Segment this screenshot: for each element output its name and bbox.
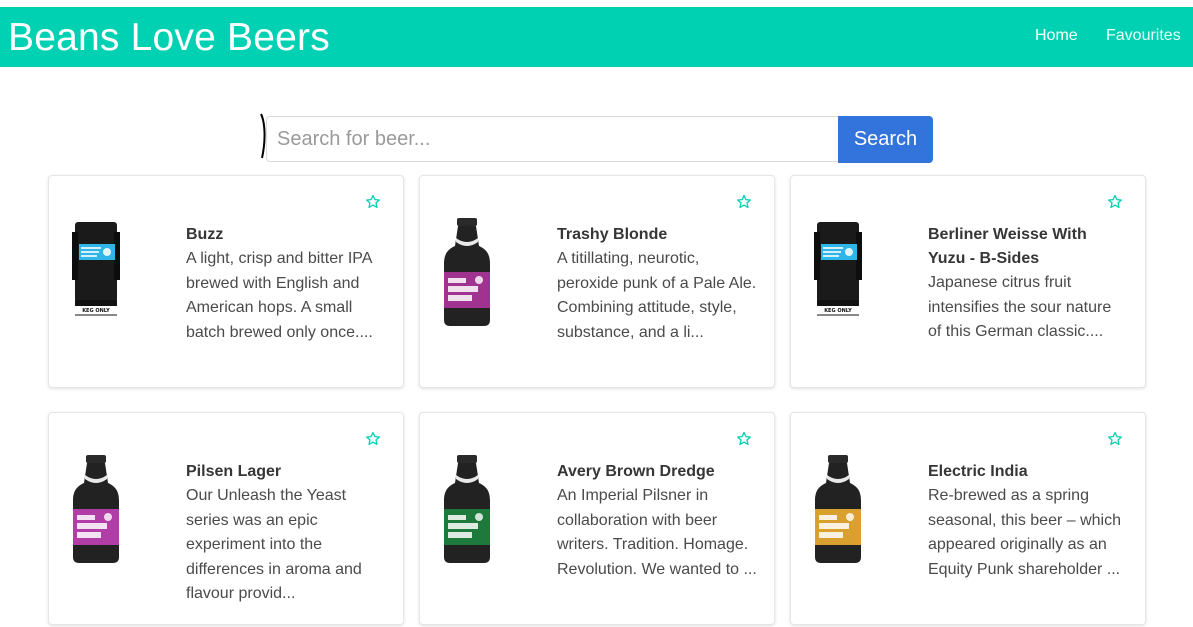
beer-card[interactable]: Avery Brown Dredge An Imperial Pilsner in… (419, 412, 775, 625)
beer-keg-image: KEG ONLY (809, 216, 869, 331)
beer-name[interactable]: Trashy Blonde (557, 223, 757, 247)
favourite-star-icon[interactable] (736, 194, 752, 210)
nav-link-favourites[interactable]: Favourites (1106, 26, 1181, 46)
beer-name[interactable]: Pilsen Lager (186, 460, 386, 484)
beer-description: A titillating, neurotic, peroxide punk o… (557, 250, 757, 341)
favourite-star-icon[interactable] (736, 431, 752, 447)
beer-bottle-image (438, 216, 498, 331)
beer-name[interactable]: Buzz (186, 223, 386, 247)
beer-name[interactable]: Electric India (928, 460, 1128, 484)
nav-link-home[interactable]: Home (1035, 26, 1078, 46)
favourite-star-icon[interactable] (365, 431, 381, 447)
beer-description: Re-brewed as a spring seasonal, this bee… (928, 487, 1121, 578)
navbar: Beans Love Beers Home Favourites (0, 7, 1193, 67)
beer-name[interactable]: Avery Brown Dredge (557, 460, 757, 484)
beer-card[interactable]: KEG ONLY Buzz A light, crisp and bitter I… (48, 175, 404, 388)
beer-description: An Imperial Pilsner in collaboration wit… (557, 487, 757, 578)
beer-description: A light, crisp and bitter IPA brewed wit… (186, 250, 373, 341)
beer-description: Our Unleash the Yeast series was an epic… (186, 487, 362, 602)
favourite-star-icon[interactable] (365, 194, 381, 210)
svg-text:KEG ONLY: KEG ONLY (824, 308, 852, 314)
favourite-star-icon[interactable] (1107, 431, 1123, 447)
beer-card[interactable]: Trashy Blonde A titillating, neurotic, pe… (419, 175, 775, 388)
favourite-star-icon[interactable] (1107, 194, 1123, 210)
beer-name[interactable]: Berliner Weisse With Yuzu - B-Sides (928, 223, 1128, 271)
beer-description: Japanese citrus fruit intensifies the so… (928, 274, 1112, 340)
beer-bottle-image (438, 453, 498, 568)
search-button[interactable]: Search (838, 116, 933, 163)
brand-title[interactable]: Beans Love Beers (8, 16, 330, 60)
beer-bottle-image (67, 453, 127, 568)
beer-card[interactable]: Electric India Re-brewed as a spring seas… (790, 412, 1146, 625)
beer-keg-image: KEG ONLY (67, 216, 127, 331)
beer-card[interactable]: KEG ONLY Berliner Weisse With Yuzu - B-S… (790, 175, 1146, 388)
search-input[interactable] (266, 116, 838, 162)
beer-card[interactable]: Pilsen Lager Our Unleash the Yeast series… (48, 412, 404, 625)
beer-bottle-image (809, 453, 869, 568)
svg-text:KEG ONLY: KEG ONLY (82, 308, 110, 314)
